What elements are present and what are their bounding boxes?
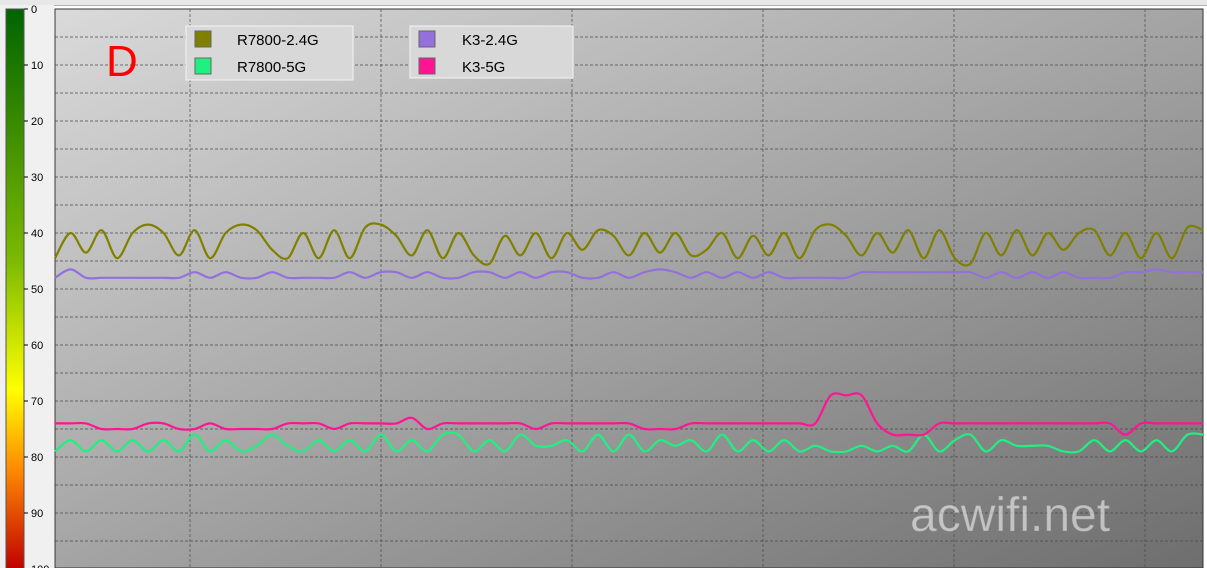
y-tick-label: 50: [31, 284, 43, 296]
legend-label: R7800-5G: [237, 59, 306, 76]
watermark-text: acwifi.net: [910, 489, 1110, 542]
y-tick-label: 40: [31, 228, 43, 240]
y-tick-label: 20: [31, 116, 43, 128]
chart-window: 0 10 20 30 40 50 60 70 80 90 100 R7800-2.4G R7800-5…: [0, 0, 1207, 568]
color-scale-bar: [5, 8, 25, 568]
legend-label: K3-2.4G: [462, 32, 518, 49]
y-tick-label: 80: [31, 452, 43, 464]
legend-swatch: [418, 30, 436, 48]
y-tick-label: 30: [31, 172, 43, 184]
legend-swatch: [194, 30, 212, 48]
legend-swatch: [194, 57, 212, 75]
y-tick-label: 0: [31, 4, 37, 16]
legend-label: K3-5G: [462, 59, 505, 76]
color-scale-axis: 0 10 20 30 40 50 60 70 80 90 100: [0, 4, 54, 568]
y-tick-label: 100: [31, 564, 49, 568]
legend-label: R7800-2.4G: [237, 32, 319, 49]
y-tick-label: 10: [31, 60, 43, 72]
signal-strength-chart: 0 10 20 30 40 50 60 70 80 90 100 R7800-2.4G R7800-5…: [0, 4, 1204, 568]
panel-label: D: [106, 37, 138, 86]
plot-area: [54, 8, 1204, 568]
y-tick-label: 60: [31, 340, 43, 352]
y-tick-label: 70: [31, 396, 43, 408]
y-tick-label: 90: [31, 508, 43, 520]
legend-swatch: [418, 57, 436, 75]
